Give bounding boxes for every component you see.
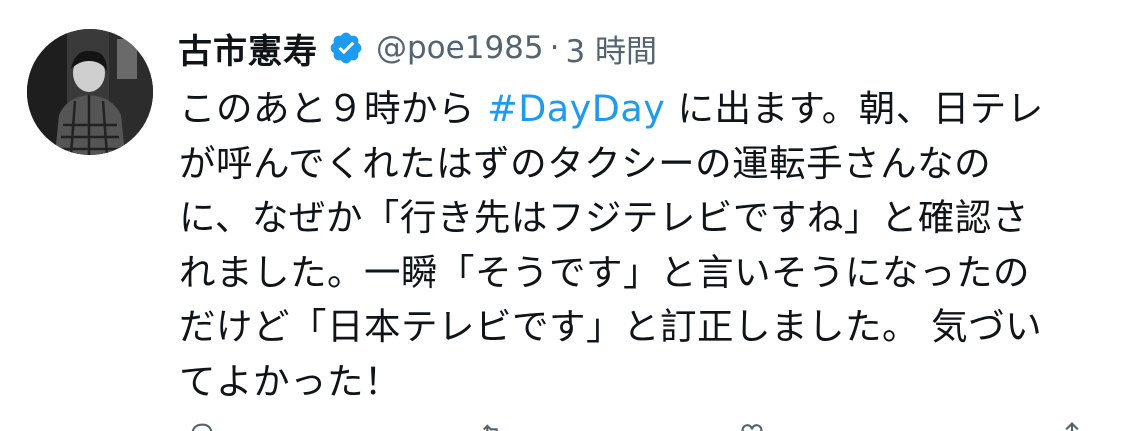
tweet-text: このあと９時から #DayDay に出ます。朝、日テレ が呼んでくれたはずのタク…	[179, 82, 1109, 409]
like-icon[interactable]	[738, 420, 766, 431]
timestamp[interactable]: 3 時間	[565, 26, 657, 71]
tweet-text-line: が呼んでくれたはずのタクシーの運転手さんなの	[179, 141, 992, 185]
retweet-icon[interactable]	[478, 420, 506, 431]
tweet-text-segment: に出ます。朝、日テレ	[665, 87, 1044, 130]
tweet-text-line: に、なぜか「行き先はフジテレビですね」と確認さ	[179, 196, 1029, 239]
avatar-image	[27, 29, 153, 155]
action-bar	[178, 420, 1098, 431]
tweet-text-line: だけど「日本テレビです」と訂正しました。 気づい	[179, 305, 1043, 348]
header-separator: ·	[549, 30, 560, 66]
reply-icon[interactable]	[188, 420, 216, 431]
hashtag-link[interactable]: #DayDay	[487, 87, 665, 130]
tweet-text-line: このあと９時から #DayDay に出ます。朝、日テレ	[179, 82, 1109, 137]
tweet-text-segment: このあと９時から	[179, 87, 488, 130]
tweet-text-line: てよかった！	[179, 359, 401, 403]
verified-badge-icon	[328, 30, 364, 66]
display-name[interactable]: 古市憲寿	[178, 24, 318, 73]
tweet-header: 古市憲寿 @poe1985 · 3 時間	[178, 22, 657, 74]
user-handle[interactable]: @poe1985	[376, 30, 544, 66]
share-icon[interactable]	[1058, 420, 1086, 431]
avatar[interactable]	[27, 29, 153, 155]
tweet-text-line: れました。一瞬「そうです」と言いそうになったの	[179, 250, 1030, 294]
